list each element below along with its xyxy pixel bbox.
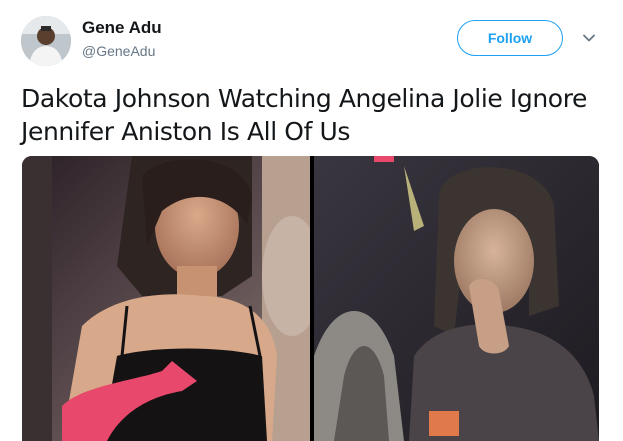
photo-right[interactable] — [314, 156, 599, 441]
photo-left-image — [22, 156, 310, 441]
author-name[interactable]: Gene Adu — [82, 18, 162, 38]
avatar-image — [21, 16, 71, 66]
author-handle[interactable]: @GeneAdu — [82, 43, 155, 59]
photo-right-image — [314, 156, 599, 441]
chevron-down-icon[interactable] — [581, 30, 597, 46]
photo-left[interactable] — [22, 156, 310, 441]
avatar[interactable] — [21, 16, 71, 66]
tweet-text: Dakota Johnson Watching Angelina Jolie I… — [21, 84, 588, 146]
follow-button[interactable]: Follow — [457, 20, 563, 56]
tweet-media[interactable] — [22, 156, 599, 441]
